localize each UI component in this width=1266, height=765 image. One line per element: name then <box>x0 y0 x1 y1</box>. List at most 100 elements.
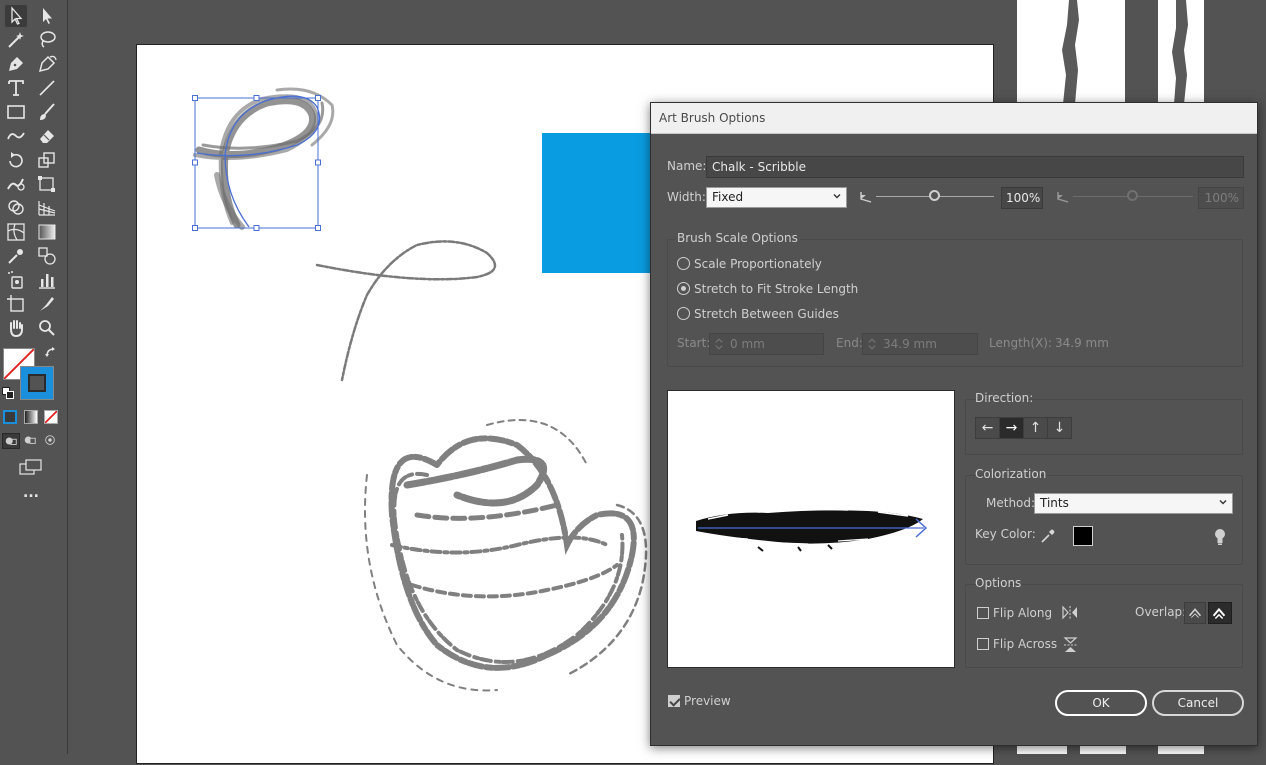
scale-tool[interactable] <box>36 149 58 171</box>
direction-right-button[interactable]: → <box>999 417 1024 439</box>
overlap-label: Overlap: <box>1135 605 1187 619</box>
stretch-to-fit-label[interactable]: Stretch to Fit Stroke Length <box>694 282 858 296</box>
selection-tool[interactable] <box>5 5 27 27</box>
flip-across-checkbox[interactable] <box>977 638 989 650</box>
preview-label[interactable]: Preview <box>684 694 731 708</box>
width-label: Width: <box>667 190 706 204</box>
scale-proportionately-label[interactable]: Scale Proportionately <box>694 257 822 271</box>
draw-normal-icon <box>5 437 17 445</box>
edit-toolbar-button[interactable]: ... <box>18 486 44 504</box>
key-color-swatch[interactable] <box>1073 526 1093 546</box>
flip-along-label[interactable]: Flip Along <box>993 606 1052 620</box>
thin-chalk-loop-stroke[interactable] <box>315 240 497 382</box>
selected-chalk-scribble[interactable] <box>193 87 335 230</box>
gradient-tool[interactable] <box>36 221 58 243</box>
zoom-tool[interactable] <box>36 317 58 339</box>
free-transform-tool[interactable] <box>36 173 58 195</box>
direction-down-button[interactable]: ↓ <box>1047 417 1072 439</box>
ok-button[interactable]: OK <box>1055 690 1147 716</box>
flip-along-icon <box>1061 605 1079 620</box>
gradient-mode-button[interactable] <box>24 410 38 424</box>
color-mode-button[interactable] <box>3 410 17 424</box>
draw-normal-button[interactable] <box>2 433 20 449</box>
stepper-icon <box>715 338 723 350</box>
column-graph-tool[interactable] <box>36 269 58 291</box>
free-transform-icon <box>38 176 55 192</box>
rotate-icon <box>9 152 23 168</box>
art-brush-options-dialog: Art Brush Options Name: Chalk - Scribble… <box>650 102 1258 746</box>
mesh-tool[interactable] <box>5 221 27 243</box>
blue-rectangle-shape[interactable] <box>542 133 662 273</box>
direct-selection-tool[interactable] <box>36 5 58 27</box>
scale-proportionately-radio[interactable] <box>677 257 690 270</box>
warp-icon <box>7 178 25 191</box>
swap-fill-stroke-icon[interactable] <box>44 346 58 360</box>
blend-tool[interactable] <box>36 245 58 267</box>
cancel-button[interactable]: Cancel <box>1152 690 1244 716</box>
width-dropdown[interactable]: Fixed <box>706 187 847 208</box>
selection-arrow-icon <box>11 6 23 25</box>
colorization-tips-lightbulb-icon[interactable] <box>1213 528 1227 546</box>
width-percent-field[interactable]: 100% <box>1001 187 1043 209</box>
overlap-adjust-button[interactable] <box>1184 602 1206 624</box>
width-variation-slider-knob <box>1127 190 1138 201</box>
method-dropdown[interactable]: Tints <box>1034 493 1233 514</box>
line-segment-tool[interactable] <box>36 77 58 99</box>
width-max-icon <box>1056 190 1070 204</box>
draw-behind-button[interactable] <box>22 433 40 449</box>
selected-path-outline <box>196 95 321 228</box>
draw-inside-button[interactable] <box>42 433 60 449</box>
flip-across-label[interactable]: Flip Across <box>993 637 1057 651</box>
direction-left-button[interactable]: ← <box>975 417 1000 439</box>
symbol-sprayer-tool[interactable] <box>5 269 27 291</box>
key-color-label: Key Color: <box>975 527 1036 541</box>
paintbrush-tool[interactable] <box>36 101 58 123</box>
shape-builder-icon <box>8 200 24 215</box>
rectangle-tool[interactable] <box>5 101 27 123</box>
name-field[interactable]: Chalk - Scribble <box>706 156 1244 178</box>
dialog-title: Art Brush Options <box>659 111 766 125</box>
warp-tool[interactable] <box>5 173 27 195</box>
overlap-no-adjust-icon <box>1212 607 1226 619</box>
perspective-grid-tool[interactable] <box>36 197 58 219</box>
pen-tool[interactable] <box>5 53 27 75</box>
selection-bounding-box[interactable] <box>192 95 321 231</box>
shaper-tool[interactable] <box>5 125 27 147</box>
tools-panel: ... <box>0 0 68 754</box>
rectangle-icon <box>7 105 25 119</box>
stretch-to-fit-radio[interactable] <box>677 282 690 295</box>
width-slider-knob[interactable] <box>929 190 940 201</box>
overlap-no-adjust-button[interactable] <box>1208 602 1232 624</box>
key-color-eyedropper-icon[interactable] <box>1040 528 1056 544</box>
artboard-tool[interactable] <box>5 293 27 315</box>
paintbrush-icon <box>40 103 55 120</box>
start-field: 0 mm <box>709 333 824 355</box>
stretch-between-guides-radio[interactable] <box>677 307 690 320</box>
rotate-tool[interactable] <box>5 149 27 171</box>
symbol-sprayer-icon <box>8 271 23 289</box>
stroke-swatch[interactable] <box>20 366 54 400</box>
default-colors-icon[interactable] <box>2 387 14 399</box>
type-tool[interactable] <box>5 77 27 99</box>
lasso-tool[interactable] <box>36 29 58 51</box>
none-mode-button[interactable] <box>44 410 58 424</box>
direction-up-button[interactable]: ↑ <box>1023 417 1048 439</box>
curvature-tool[interactable] <box>36 53 58 75</box>
stretch-between-guides-label[interactable]: Stretch Between Guides <box>694 307 839 321</box>
change-screen-mode-button[interactable] <box>19 458 43 476</box>
slice-tool[interactable] <box>36 293 58 315</box>
end-value: 34.9 mm <box>883 337 937 351</box>
eraser-tool[interactable] <box>36 125 58 147</box>
flip-along-checkbox[interactable] <box>977 607 989 619</box>
chalk-stroke-vertical <box>1062 0 1079 104</box>
screen-mode-icon <box>19 459 42 475</box>
hand-tool[interactable] <box>5 317 27 339</box>
dialog-titlebar[interactable]: Art Brush Options <box>651 103 1257 134</box>
artboard-strip <box>1017 745 1067 754</box>
shape-builder-tool[interactable] <box>5 197 27 219</box>
eyedropper-tool[interactable] <box>5 245 27 267</box>
preview-checkbox[interactable] <box>668 695 680 707</box>
chalk-heart[interactable] <box>364 419 648 692</box>
magic-wand-tool[interactable] <box>5 29 27 51</box>
flip-across-icon <box>1063 636 1078 654</box>
